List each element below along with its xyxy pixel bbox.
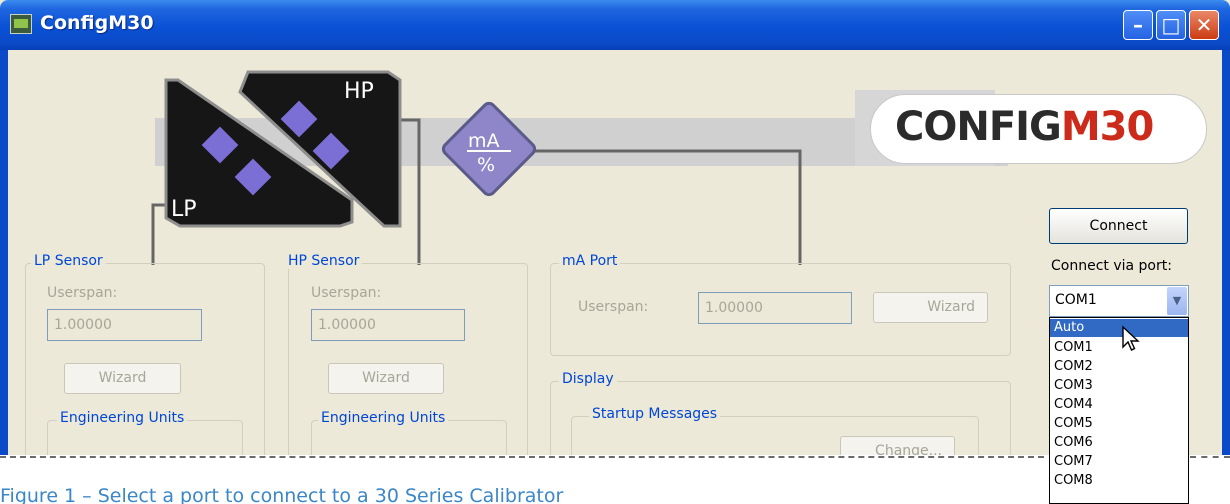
connect-button[interactable]: Connect: [1049, 208, 1188, 244]
figure-caption: Figure 1 – Select a port to connect to a…: [0, 485, 564, 504]
port-option-com5[interactable]: COM5: [1050, 415, 1188, 433]
configm30-window: ConfigM30 – □ ✕ CONFIGM30 LP HP mA % LP …: [0, 0, 1230, 455]
port-option-com7[interactable]: COM7: [1050, 453, 1188, 471]
ma-wizard-button[interactable]: Wizard: [873, 292, 988, 323]
lp-userspan-field[interactable]: 1.00000: [47, 309, 202, 341]
hp-sensor-title: HP Sensor: [285, 253, 363, 269]
port-option-com2[interactable]: COM2: [1050, 358, 1188, 376]
hp-wizard-button[interactable]: Wizard: [328, 363, 444, 394]
hp-userspan-label: Userspan:: [311, 285, 382, 301]
startup-messages-title: Startup Messages: [589, 406, 721, 422]
app-icon[interactable]: [10, 14, 32, 34]
window-title: ConfigM30: [40, 12, 154, 34]
minimize-icon: –: [1133, 13, 1143, 37]
port-dropdown-list: Auto COM1 COM2 COM3 COM4 COM5 COM6 COM7 …: [1049, 317, 1189, 504]
maximize-button[interactable]: □: [1156, 10, 1186, 40]
port-select[interactable]: COM1 ▼: [1049, 285, 1189, 317]
port-option-com4[interactable]: COM4: [1050, 396, 1188, 414]
ma-port-title: mA Port: [559, 253, 621, 269]
maximize-icon: □: [1161, 13, 1181, 37]
port-option-com8[interactable]: COM8: [1050, 472, 1188, 490]
hp-label: HP: [344, 79, 374, 104]
mouse-cursor-icon: [1122, 325, 1140, 351]
connect-via-port-label: Connect via port:: [1051, 258, 1172, 274]
ma-label-bottom: %: [477, 154, 495, 176]
ma-label-top: mA: [468, 130, 500, 152]
port-option-com1[interactable]: COM1: [1050, 339, 1188, 357]
lp-wizard-button[interactable]: Wizard: [64, 363, 181, 394]
display-title: Display: [559, 371, 617, 387]
change-button[interactable]: Change...: [840, 436, 955, 455]
cut-line: [0, 456, 1044, 458]
ma-userspan-label: Userspan:: [578, 299, 649, 315]
close-button[interactable]: ✕: [1189, 10, 1219, 40]
ma-connector: [530, 149, 802, 265]
port-option-com6[interactable]: COM6: [1050, 434, 1188, 452]
hp-eng-units-title: Engineering Units: [318, 410, 449, 426]
cut-line-right: [1190, 456, 1230, 458]
lp-userspan-label: Userspan:: [47, 285, 118, 301]
lp-label: LP: [171, 197, 197, 222]
port-option-auto[interactable]: Auto: [1050, 319, 1188, 337]
chevron-down-icon[interactable]: ▼: [1167, 287, 1187, 315]
port-select-value: COM1: [1055, 292, 1097, 308]
lp-eng-units-title: Engineering Units: [57, 410, 188, 426]
title-bar[interactable]: ConfigM30 – □ ✕: [0, 0, 1230, 50]
close-icon: ✕: [1195, 13, 1213, 37]
minimize-button[interactable]: –: [1123, 10, 1153, 40]
port-option-com3[interactable]: COM3: [1050, 377, 1188, 395]
ma-userspan-field[interactable]: 1.00000: [698, 292, 852, 324]
hp-userspan-field[interactable]: 1.00000: [311, 309, 465, 341]
lp-sensor-title: LP Sensor: [31, 253, 106, 269]
